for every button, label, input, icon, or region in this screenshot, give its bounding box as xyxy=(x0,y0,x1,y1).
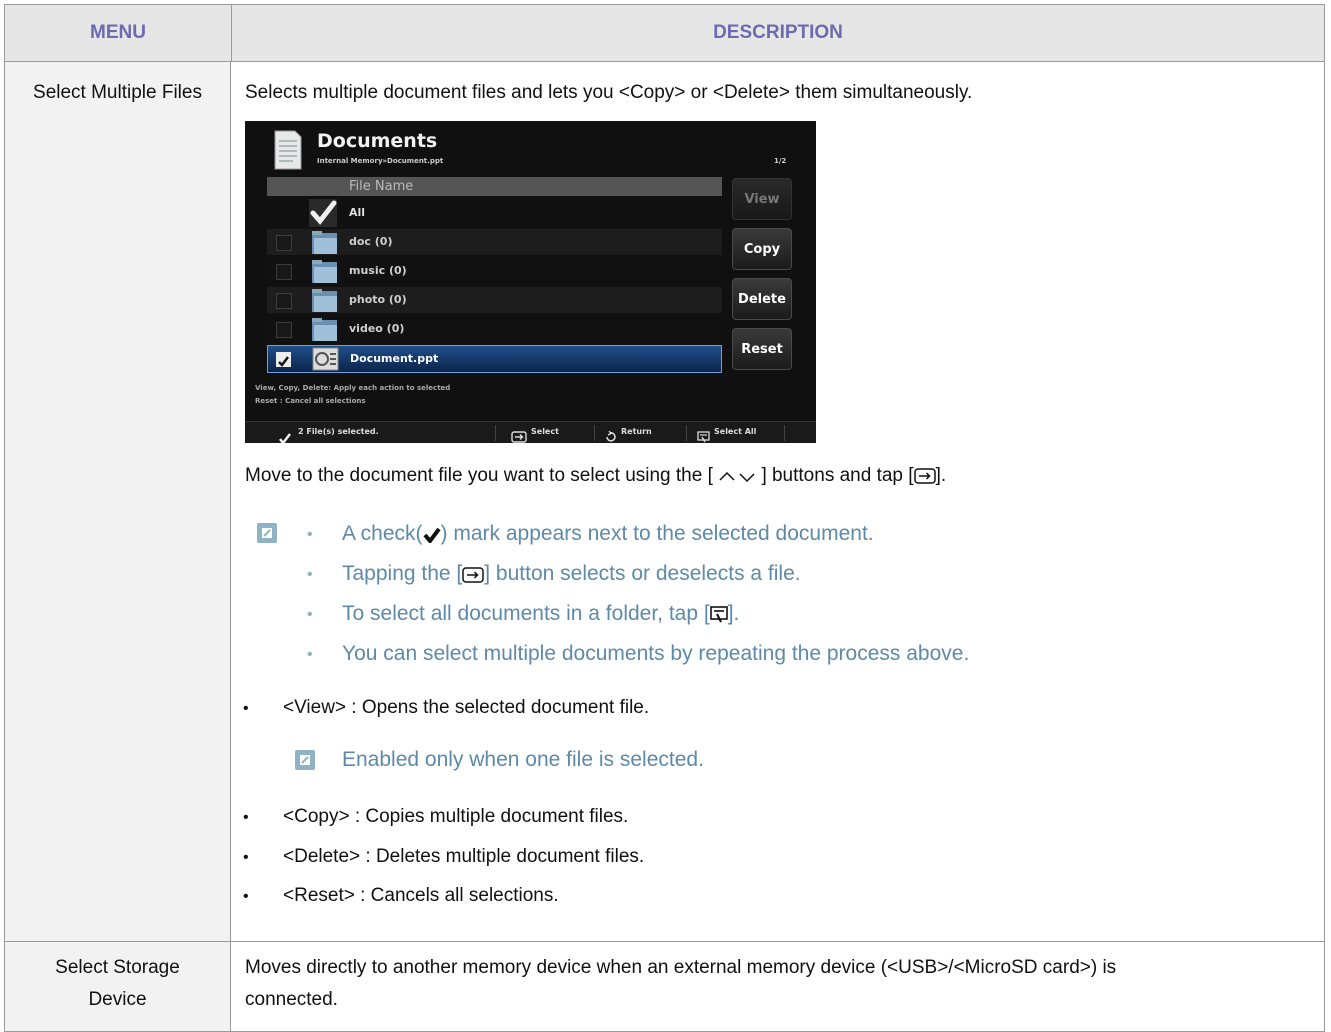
file-name-column-header: File Name xyxy=(349,179,414,194)
all-label[interactable]: All xyxy=(349,206,365,219)
move-instruction: Move to the document file you want to se… xyxy=(245,465,946,490)
folder-icon xyxy=(311,229,338,255)
note-icon xyxy=(295,750,315,770)
note-text-part: ) mark appears next to the selected docu… xyxy=(440,522,874,545)
menu-label-line: Device xyxy=(88,989,147,1010)
view-item: <View> : Opens the selected document fil… xyxy=(283,697,650,718)
table-row: Select Multiple Files Selects multiple d… xyxy=(5,62,1324,942)
view-button[interactable]: View xyxy=(732,178,792,220)
menu-description-table: MENU DESCRIPTION Select Multiple Files S… xyxy=(4,4,1325,1032)
bullet: • xyxy=(243,700,249,717)
view-note: Enabled only when one file is selected. xyxy=(342,748,704,771)
menu-column-header: MENU xyxy=(5,5,232,61)
checkmark-icon xyxy=(423,525,441,549)
menu-cell: Select Storage Device xyxy=(5,942,231,1031)
move-text-part: ] buttons and tap [ xyxy=(761,465,914,486)
selection-status: 2 File(s) selected. xyxy=(298,427,379,436)
bullet: • xyxy=(243,849,249,866)
enter-key-icon xyxy=(462,565,485,589)
footer-divider xyxy=(784,425,785,441)
folder-icon xyxy=(311,287,338,313)
bullet: • xyxy=(243,888,249,905)
note-text-part: To select all documents in a folder, tap… xyxy=(342,602,710,625)
reset-button[interactable]: Reset xyxy=(732,328,792,370)
bullet: • xyxy=(307,606,313,623)
file-row[interactable]: video (0) xyxy=(267,316,722,342)
file-checkbox[interactable] xyxy=(276,264,292,280)
check-all-icon[interactable] xyxy=(309,199,337,227)
file-row[interactable]: doc (0) xyxy=(267,229,722,255)
table-row: Select Storage Device Moves directly to … xyxy=(5,942,1324,1031)
file-checkbox[interactable] xyxy=(276,322,292,338)
description-cell: Selects multiple document files and lets… xyxy=(231,62,1324,941)
file-checkbox[interactable] xyxy=(276,293,292,309)
menu-label-line: Select Storage xyxy=(55,957,180,978)
move-text-part: ]. xyxy=(935,465,947,486)
file-row[interactable]: photo (0) xyxy=(267,287,722,313)
file-name: doc (0) xyxy=(349,235,393,248)
note-line-4: You can select multiple documents by rep… xyxy=(342,642,970,665)
folder-icon xyxy=(311,258,338,284)
page-indicator: 1/2 xyxy=(774,157,787,165)
footer-divider xyxy=(495,425,496,441)
bullet: • xyxy=(307,646,313,663)
up-down-arrows-icon xyxy=(718,468,756,490)
footer-return-label[interactable]: Return xyxy=(621,427,652,436)
help-text-1: View, Copy, Delete: Apply each action to… xyxy=(255,384,451,392)
storage-desc-line: Moves directly to another memory device … xyxy=(245,957,1117,978)
folder-icon xyxy=(311,316,338,342)
note-line-1: A check( ) mark appears next to the selec… xyxy=(342,522,874,549)
document-app-icon xyxy=(271,129,303,171)
footer-divider xyxy=(686,425,687,441)
enter-icon[interactable] xyxy=(511,426,527,443)
description-cell: Moves directly to another memory device … xyxy=(231,942,1324,1031)
table-header: MENU DESCRIPTION xyxy=(5,5,1324,62)
screen-title: Documents xyxy=(317,130,438,152)
note-text-part: Tapping the [ xyxy=(342,562,463,585)
status-check-icon xyxy=(279,427,291,443)
file-list-header xyxy=(267,177,722,196)
note-text-part: ] button selects or deselects a file. xyxy=(484,562,801,585)
bullet: • xyxy=(243,809,249,826)
help-text-2: Reset : Cancel all selections xyxy=(255,397,366,405)
menu-cell: Select Multiple Files xyxy=(5,62,231,941)
move-text-part: Move to the document file you want to se… xyxy=(245,465,713,486)
return-icon[interactable] xyxy=(604,426,617,443)
select-all-icon[interactable] xyxy=(697,426,710,443)
file-name: video (0) xyxy=(349,322,405,335)
enter-key-icon xyxy=(913,468,936,490)
delete-item: <Delete> : Deletes multiple document fil… xyxy=(283,846,645,867)
file-checkbox-checked[interactable] xyxy=(276,352,291,367)
copy-button[interactable]: Copy xyxy=(732,228,792,270)
intro-text: Selects multiple document files and lets… xyxy=(245,82,973,103)
note-line-3: To select all documents in a folder, tap… xyxy=(342,602,739,629)
delete-button[interactable]: Delete xyxy=(732,278,792,320)
description-column-header: DESCRIPTION xyxy=(713,22,843,43)
file-row[interactable]: music (0) xyxy=(267,258,722,284)
menu-label: Select Multiple Files xyxy=(33,82,202,103)
note-icon xyxy=(257,523,277,543)
select-all-icon xyxy=(709,605,728,629)
documents-screenshot: Documents Internal Memory»Document.ppt 1… xyxy=(245,121,816,443)
bullet: • xyxy=(307,526,313,543)
footer-select-label[interactable]: Select xyxy=(531,427,559,436)
document-file-icon xyxy=(312,347,339,373)
file-name: photo (0) xyxy=(349,293,407,306)
reset-item: <Reset> : Cancels all selections. xyxy=(283,885,559,906)
note-text-part: A check( xyxy=(342,522,423,545)
bullet: • xyxy=(307,566,313,583)
note-text-part: ]. xyxy=(727,602,740,625)
file-name: Document.ppt xyxy=(350,352,439,365)
footer-select-all-label[interactable]: Select All xyxy=(714,427,756,436)
storage-desc-line: connected. xyxy=(245,989,338,1010)
copy-item: <Copy> : Copies multiple document files. xyxy=(283,806,629,827)
footer-divider xyxy=(594,425,595,441)
note-line-2: Tapping the [ ] button selects or deselec… xyxy=(342,562,801,589)
file-checkbox[interactable] xyxy=(276,235,292,251)
file-row-selected[interactable]: Document.ppt xyxy=(267,345,722,373)
screen-path: Internal Memory»Document.ppt xyxy=(317,157,444,165)
file-name: music (0) xyxy=(349,264,407,277)
